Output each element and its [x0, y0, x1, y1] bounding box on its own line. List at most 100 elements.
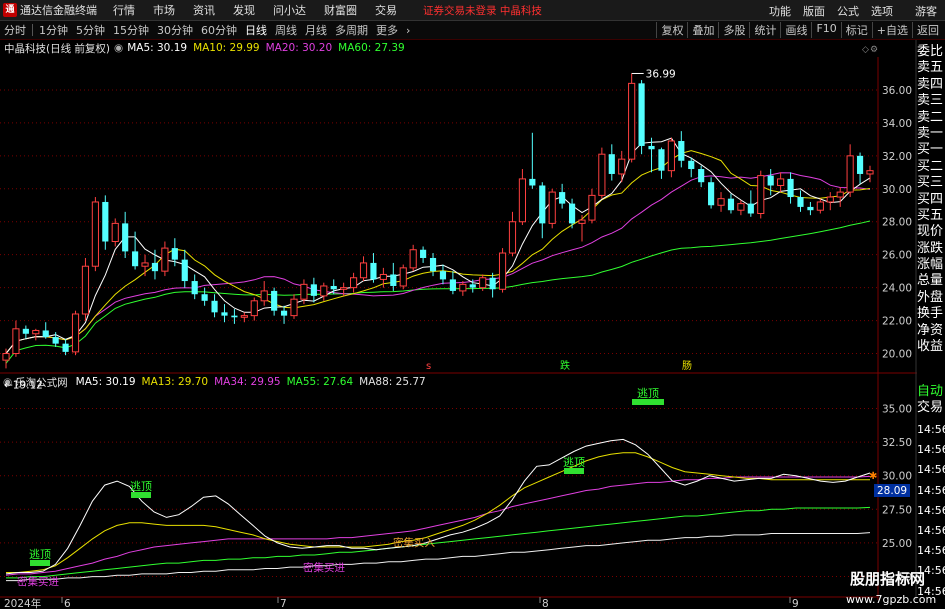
candle-body: [429, 257, 437, 272]
candle-body: [618, 158, 626, 175]
period-more[interactable]: 更多: [376, 22, 398, 38]
btn-f10[interactable]: F10: [811, 22, 840, 38]
watermark-title: 股朋指标网: [850, 570, 926, 588]
period-1min[interactable]: 1分钟: [39, 22, 68, 38]
trade-login-warning[interactable]: 证券交易未登录 中晶科技: [423, 3, 542, 18]
price-tick-label: 26.00: [882, 250, 912, 262]
guest-label[interactable]: 游客: [915, 3, 937, 19]
menu-trade[interactable]: 交易: [375, 2, 397, 18]
menu-quotes[interactable]: 行情: [113, 2, 135, 18]
chevron-right-icon[interactable]: ›: [406, 24, 410, 37]
tab-trade[interactable]: 交易: [917, 400, 945, 416]
sidebar-item-sell2[interactable]: 卖二: [917, 110, 945, 126]
candle-body: [439, 271, 447, 280]
ma10-line: [5, 150, 871, 354]
candle-body: [42, 330, 49, 338]
period-daily[interactable]: 日线: [245, 22, 267, 38]
candle-body: [598, 153, 606, 196]
period-monthly[interactable]: 月线: [305, 22, 327, 38]
sub-chart-info: ◉ 乐淘公式网 MA5: 30.19 MA13: 29.70 MA34: 29.…: [0, 374, 426, 390]
chevron-down-icon[interactable]: ◉: [114, 42, 123, 54]
candle-body: [648, 145, 655, 150]
candle-body: [340, 287, 348, 290]
candle-body: [81, 265, 90, 315]
ma10-readout: MA10: 29.99: [193, 42, 260, 54]
sidebar-item-buy1[interactable]: 买一: [917, 142, 945, 158]
signal-escape-1-label: 逃顶: [130, 480, 152, 493]
candle-body: [469, 284, 476, 288]
sidebar-item-buy5[interactable]: 买五: [917, 208, 945, 224]
time-item: 14:56: [917, 443, 945, 457]
btn-multi-stock[interactable]: 多股: [718, 22, 749, 38]
sidebar-item-nav[interactable]: 净资: [917, 323, 945, 339]
sidebar-item-sell5[interactable]: 卖五: [917, 60, 945, 76]
candle-body: [151, 262, 159, 272]
period-15min[interactable]: 15分钟: [113, 22, 149, 38]
btn-adjust[interactable]: 复权: [656, 22, 687, 38]
candle-body: [320, 285, 328, 297]
btn-mark[interactable]: 标记: [840, 22, 872, 38]
period-intraday[interactable]: 分时: [4, 22, 26, 38]
period-60min[interactable]: 60分钟: [201, 22, 237, 38]
sub-tick-label: 25.00: [882, 538, 912, 550]
btn-stats[interactable]: 统计: [749, 22, 780, 38]
sidebar-item-outer[interactable]: 外盘: [917, 290, 945, 306]
quote-sidebar: 委比 卖五 卖四 卖三 卖二 卖一 买一 买二 买三 买四 买五 现价 涨跌 涨…: [917, 44, 945, 355]
period-30min[interactable]: 30分钟: [157, 22, 193, 38]
btn-draw[interactable]: 画线: [780, 22, 811, 38]
menu-formula[interactable]: 公式: [837, 3, 859, 19]
sidebar-item-eps[interactable]: 收益: [917, 339, 945, 355]
btn-overlay[interactable]: 叠加: [687, 22, 718, 38]
sidebar-item-sell3[interactable]: 卖三: [917, 93, 945, 109]
sidebar-item-sell1[interactable]: 卖一: [917, 126, 945, 142]
candle-body: [271, 290, 278, 311]
sidebar-item-volume[interactable]: 总量: [917, 273, 945, 289]
sidebar-item-buy4[interactable]: 买四: [917, 192, 945, 208]
candle-body: [658, 149, 665, 171]
sidebar-item-turnover[interactable]: 换手: [917, 306, 945, 322]
candle-body: [708, 182, 715, 206]
btn-back[interactable]: 返回: [912, 22, 943, 38]
main-chart-info: 中晶科技(日线 前复权) ◉ MA5: 30.19 MA10: 29.99 MA…: [0, 40, 405, 56]
x-axis-month-label: 7: [280, 598, 287, 609]
period-5min[interactable]: 5分钟: [76, 22, 105, 38]
menu-discover[interactable]: 发现: [233, 2, 255, 18]
sidebar-item-weibi[interactable]: 委比: [917, 44, 945, 60]
sidebar-item-buy2[interactable]: 买二: [917, 159, 945, 175]
indicator-settings-icon[interactable]: ◉: [3, 376, 12, 388]
candle-body: [866, 170, 874, 175]
candle-body: [350, 277, 358, 289]
x-axis-month-label: 9: [792, 598, 799, 609]
sub-ma55-readout: MA55: 27.64: [286, 376, 354, 388]
formula-name[interactable]: 乐淘公式网: [15, 375, 68, 390]
candle-body: [578, 219, 586, 224]
sidebar-item-sell4[interactable]: 卖四: [917, 77, 945, 93]
menu-bar: 通 通达信金融终端 行情 市场 资讯 发现 问小达 财富圈 交易 证券交易未登录…: [0, 0, 945, 21]
sidebar-item-price[interactable]: 现价: [917, 224, 945, 240]
candle-body: [489, 277, 496, 290]
menu-wealth[interactable]: 财富圈: [324, 2, 357, 18]
sidebar-item-change[interactable]: 涨跌: [917, 241, 945, 257]
menu-layout[interactable]: 版面: [803, 3, 825, 19]
menu-market[interactable]: 市场: [153, 2, 175, 18]
period-weekly[interactable]: 周线: [275, 22, 297, 38]
period-multi[interactable]: 多周期: [335, 22, 368, 38]
sub-ma34-line: [5, 475, 871, 576]
stock-title[interactable]: 中晶科技(日线 前复权): [4, 41, 110, 56]
tab-auto[interactable]: 自动: [917, 384, 945, 400]
sub-ma88-readout: MA88: 25.77: [359, 376, 426, 388]
menu-ask[interactable]: 问小达: [273, 2, 306, 18]
menu-options[interactable]: 选项: [871, 3, 893, 19]
sub-ma34-readout: MA34: 29.95: [214, 376, 281, 388]
sub-tick-label: 30.00: [882, 471, 912, 483]
menu-news[interactable]: 资讯: [193, 2, 215, 18]
candle-body: [71, 313, 80, 353]
menu-function[interactable]: 功能: [769, 3, 791, 19]
candle-body: [727, 198, 735, 211]
btn-add-watchlist[interactable]: +自选: [871, 22, 912, 38]
sidebar-item-pct[interactable]: 涨幅: [917, 257, 945, 273]
sidebar-item-buy3[interactable]: 买三: [917, 175, 945, 191]
candle-body: [211, 300, 218, 313]
high-price-label: 36.99: [646, 68, 676, 80]
candle-body: [667, 140, 675, 172]
